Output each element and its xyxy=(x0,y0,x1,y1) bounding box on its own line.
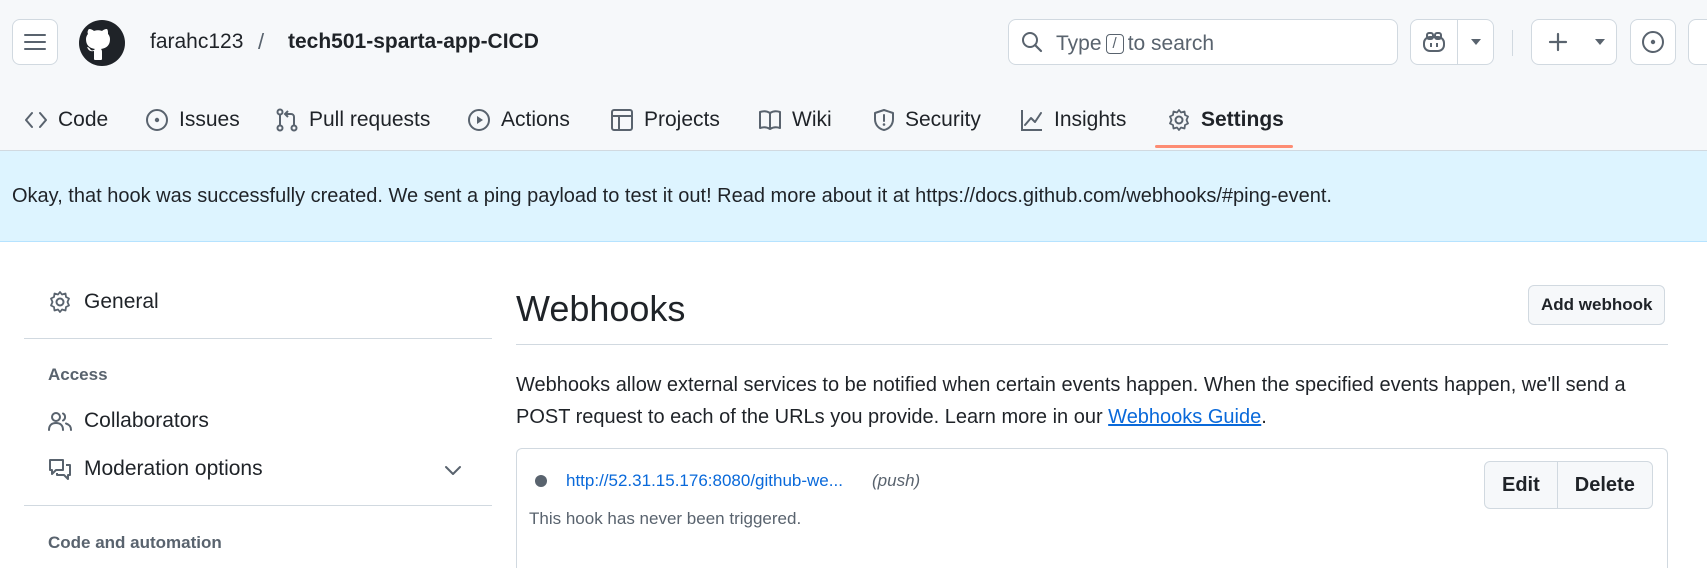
tab-label: Settings xyxy=(1201,108,1284,131)
webhook-list-item: http://52.31.15.176:8080/github-we... (p… xyxy=(516,448,1668,568)
tab-wiki[interactable]: Wiki xyxy=(758,90,832,150)
issue-icon xyxy=(146,109,168,131)
delete-button[interactable]: Delete xyxy=(1556,462,1652,508)
breadcrumb-separator: / xyxy=(258,29,265,54)
table-icon xyxy=(611,109,633,131)
tab-issues[interactable]: Issues xyxy=(145,90,240,150)
sidebar-heading-access: Access xyxy=(48,365,108,384)
github-logo[interactable] xyxy=(78,19,126,67)
hook-events: (push) xyxy=(872,471,921,490)
code-icon xyxy=(25,112,47,128)
tab-projects[interactable]: Projects xyxy=(610,90,720,150)
tab-label: Actions xyxy=(501,108,570,131)
search-placeholder: Type / to search xyxy=(1056,32,1215,55)
pull-requests-shortcut-button[interactable] xyxy=(1688,19,1707,65)
sidebar-item-collaborators[interactable]: Collaborators xyxy=(48,409,209,433)
tab-label: Issues xyxy=(179,108,240,131)
copilot-button-group xyxy=(1410,19,1494,65)
tab-label: Pull requests xyxy=(309,108,431,131)
gear-icon xyxy=(50,291,70,313)
play-icon xyxy=(468,109,490,131)
chevron-down-icon[interactable] xyxy=(444,465,462,477)
tab-actions[interactable]: Actions xyxy=(467,90,570,150)
header-divider xyxy=(1512,30,1513,56)
repo-nav-tabs: Code Issues Pull requests Actions Projec… xyxy=(0,90,1707,150)
hook-status-text: This hook has never been triggered. xyxy=(529,509,802,528)
search-icon xyxy=(1022,32,1043,53)
tab-label: Wiki xyxy=(792,108,832,131)
create-button-group xyxy=(1531,19,1617,65)
sidebar-divider xyxy=(24,338,492,339)
tab-label: Security xyxy=(905,108,981,131)
webhooks-description: Webhooks allow external services to be n… xyxy=(516,374,1626,428)
flash-notice: Okay, that hook was successfully created… xyxy=(0,151,1707,242)
title-divider xyxy=(516,344,1668,345)
hook-status-dot xyxy=(535,475,547,487)
people-icon xyxy=(48,412,72,431)
copilot-button[interactable] xyxy=(1411,20,1457,64)
sidebar-item-label: Moderation options xyxy=(84,457,263,480)
sidebar-item-label: General xyxy=(84,290,159,313)
search-shortcut-key: / xyxy=(1105,34,1124,54)
issues-shortcut-button[interactable] xyxy=(1630,19,1676,65)
issue-opened-icon xyxy=(1642,31,1664,53)
copilot-icon xyxy=(1423,32,1445,52)
tab-label: Projects xyxy=(644,108,720,131)
breadcrumb-repo[interactable]: tech501-sparta-app-CICD xyxy=(288,30,539,54)
tab-insights[interactable]: Insights xyxy=(1020,90,1126,150)
breadcrumb-owner[interactable]: farahc123 xyxy=(150,30,243,54)
gear-icon xyxy=(1169,109,1189,131)
top-bar: farahc123 / tech501-sparta-app-CICD Type… xyxy=(0,0,1707,86)
hook-actions: Edit Delete xyxy=(1484,461,1653,509)
triangle-down-icon xyxy=(1595,39,1605,45)
tab-pull-requests[interactable]: Pull requests xyxy=(275,90,430,150)
sidebar-heading-code-automation: Code and automation xyxy=(48,533,222,552)
search-input[interactable]: Type / to search xyxy=(1008,19,1398,65)
github-mark-icon xyxy=(79,20,125,66)
sidebar-item-general[interactable]: General xyxy=(48,290,159,314)
page-title: Webhooks xyxy=(516,288,686,329)
tab-security[interactable]: Security xyxy=(873,90,981,150)
selected-tab-indicator xyxy=(1155,145,1293,148)
pull-request-icon xyxy=(276,108,298,132)
flash-message: Okay, that hook was successfully created… xyxy=(12,185,1332,207)
hook-url-link[interactable]: http://52.31.15.176:8080/github-we... xyxy=(566,471,843,491)
sidebar-divider xyxy=(24,505,492,506)
add-webhook-button[interactable]: Add webhook xyxy=(1528,285,1666,325)
menu-button[interactable] xyxy=(12,19,58,65)
sidebar-item-moderation[interactable]: Moderation options xyxy=(48,457,263,481)
shield-icon xyxy=(874,109,894,131)
triangle-down-icon xyxy=(1471,39,1481,45)
repo-header: farahc123 / tech501-sparta-app-CICD Type… xyxy=(0,0,1707,151)
tab-settings[interactable]: Settings xyxy=(1167,90,1284,150)
tab-label: Code xyxy=(58,108,109,131)
comment-discussion-icon xyxy=(49,459,71,480)
sidebar-item-label: Collaborators xyxy=(84,409,209,432)
copilot-menu-button[interactable] xyxy=(1458,20,1494,64)
edit-button[interactable]: Edit xyxy=(1485,462,1557,508)
tab-code[interactable]: Code xyxy=(24,90,108,150)
plus-icon xyxy=(1548,32,1568,52)
book-icon xyxy=(759,110,781,130)
tab-label: Insights xyxy=(1054,108,1127,131)
create-new-button[interactable] xyxy=(1532,20,1584,64)
hamburger-icon xyxy=(24,34,46,50)
create-menu-button[interactable] xyxy=(1584,20,1616,64)
graph-icon xyxy=(1021,110,1042,131)
webhooks-guide-link[interactable]: Webhooks Guide xyxy=(1108,406,1261,428)
